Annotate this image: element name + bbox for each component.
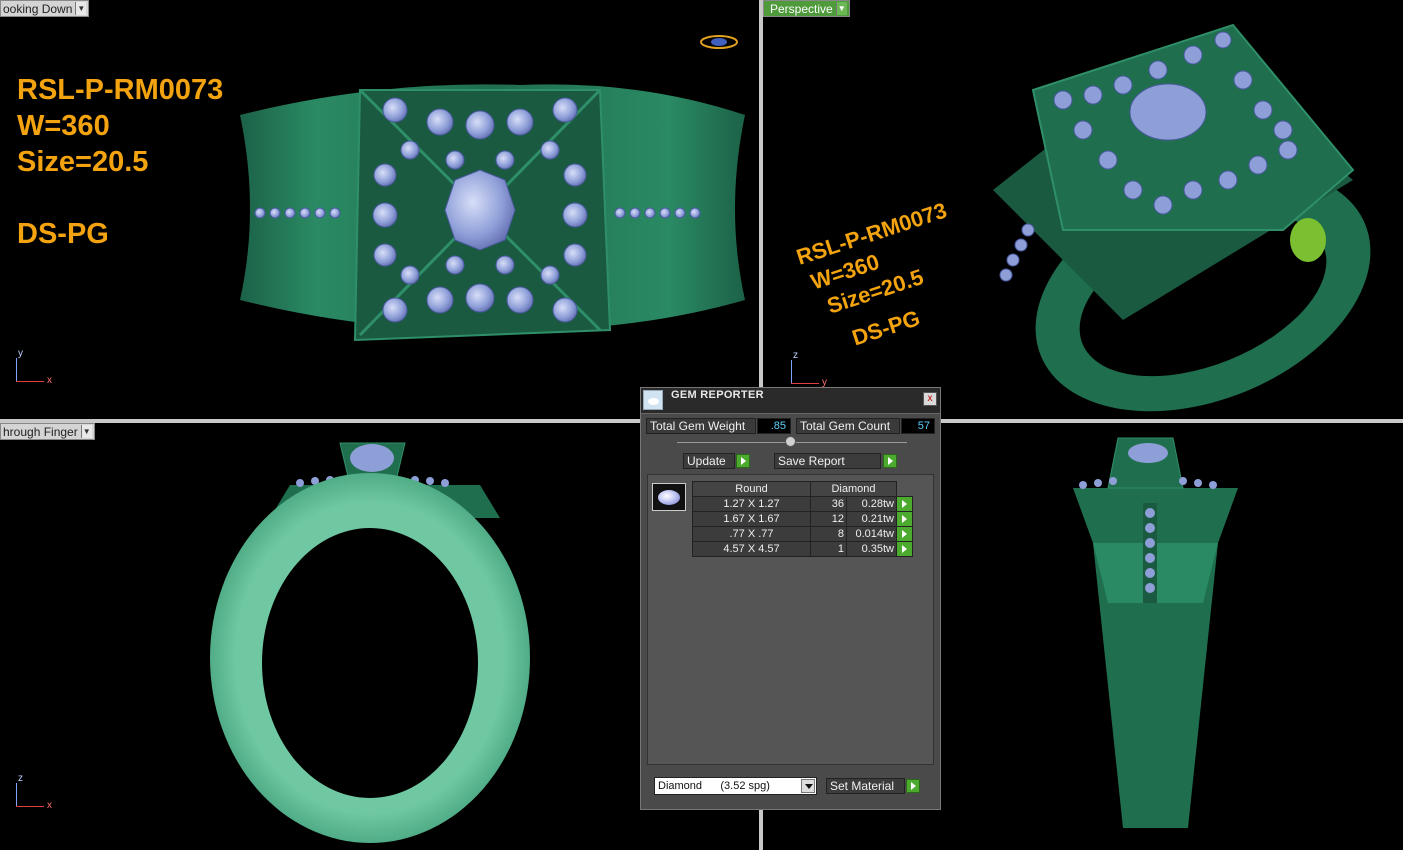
total-gem-weight-label: Total Gem Weight <box>646 418 756 434</box>
select-row-arrow-icon[interactable] <box>896 541 913 557</box>
dialog-title-bar[interactable]: GEM REPORTER x <box>641 388 940 414</box>
viewport-label-text: hrough Finger <box>3 424 78 439</box>
update-button[interactable]: Update <box>683 453 735 469</box>
viewport-perspective[interactable]: Perspective ▼ RSL-P-RM0073 W=360 Size=20… <box>763 0 1403 419</box>
total-gem-count-label: Total Gem Count <box>796 418 900 434</box>
axis-gizmo: yx <box>16 348 52 386</box>
viewport-label-through-finger[interactable]: hrough Finger ▼ <box>0 423 95 440</box>
viewport-label-text: ooking Down <box>3 1 73 16</box>
select-row-arrow-icon[interactable] <box>896 526 913 542</box>
diamond-icon[interactable] <box>652 483 686 511</box>
viewport-label-text: Perspective <box>770 1 833 16</box>
gem-count: 8 <box>810 526 847 542</box>
gem-count: 1 <box>810 541 847 557</box>
gem-list-panel[interactable]: Round Diamond 1.27 X 1.27 36 0.28tw 1.67… <box>647 474 934 765</box>
gem-size: .77 X .77 <box>692 526 811 542</box>
gem-weight: 0.014tw <box>846 526 897 542</box>
table-row[interactable]: 1.67 X 1.67 12 0.21tw <box>692 511 913 527</box>
weight-text: W=360 <box>17 110 110 142</box>
gem-reporter-icon <box>643 390 663 410</box>
save-report-button[interactable]: Save Report <box>774 453 881 469</box>
type-header: Diamond <box>810 481 897 497</box>
table-row[interactable]: 4.57 X 4.57 1 0.35tw <box>692 541 913 557</box>
ring-perspective-render <box>993 23 1371 412</box>
ring-annotation: RSL-P-RM0073 W=360 Size=20.5 DS-PG <box>17 72 223 252</box>
total-gem-weight-value: .85 <box>757 418 791 434</box>
gem-weight: 0.28tw <box>846 496 897 512</box>
material-select-value: Diamond (3.52 spg) <box>658 780 770 792</box>
select-row-arrow-icon[interactable] <box>896 511 913 527</box>
slider-handle[interactable] <box>785 436 796 447</box>
chevron-down-icon[interactable]: ▼ <box>75 2 87 15</box>
set-material-button[interactable]: Set Material <box>826 778 905 794</box>
viewport-label-looking-down[interactable]: ooking Down ▼ <box>0 0 90 17</box>
gem-size: 1.67 X 1.67 <box>692 511 811 527</box>
gem-weight: 0.21tw <box>846 511 897 527</box>
gem-count: 12 <box>810 511 847 527</box>
dialog-title: GEM REPORTER <box>671 389 764 401</box>
chevron-down-icon[interactable]: ▼ <box>80 425 92 438</box>
gem-table: Round Diamond 1.27 X 1.27 36 0.28tw 1.67… <box>692 481 913 557</box>
shape-header: Round <box>692 481 811 497</box>
viewport-looking-down[interactable]: ooking Down ▼ RSL-P-RM0073 W=360 Size=20… <box>0 0 759 419</box>
save-report-arrow-icon[interactable] <box>883 454 897 468</box>
size-text: Size=20.5 <box>17 146 149 178</box>
table-row[interactable]: .77 X .77 8 0.014tw <box>692 526 913 542</box>
gem-count: 36 <box>810 496 847 512</box>
model-code: RSL-P-RM0073 <box>17 74 224 106</box>
total-gem-count-value: 57 <box>901 418 935 434</box>
update-arrow-icon[interactable] <box>736 454 750 468</box>
metal-text: DS-PG <box>17 218 109 250</box>
axis-gizmo: zy <box>791 350 827 388</box>
select-row-arrow-icon[interactable] <box>896 496 913 512</box>
axis-gizmo: zx <box>16 773 52 811</box>
table-row[interactable]: 1.27 X 1.27 36 0.28tw <box>692 496 913 512</box>
gem-size: 1.27 X 1.27 <box>692 496 811 512</box>
material-select[interactable]: Diamond (3.52 spg) <box>654 777 817 795</box>
chevron-down-icon[interactable]: ▼ <box>835 2 847 15</box>
chevron-down-icon[interactable] <box>801 779 815 793</box>
close-icon[interactable]: x <box>923 392 937 406</box>
gem-weight: 0.35tw <box>846 541 897 557</box>
viewport-label-perspective[interactable]: Perspective ▼ <box>763 0 850 17</box>
gem-size: 4.57 X 4.57 <box>692 541 811 557</box>
set-material-arrow-icon[interactable] <box>906 779 920 793</box>
gem-reporter-dialog[interactable]: GEM REPORTER x Total Gem Weight .85 Tota… <box>640 387 941 810</box>
